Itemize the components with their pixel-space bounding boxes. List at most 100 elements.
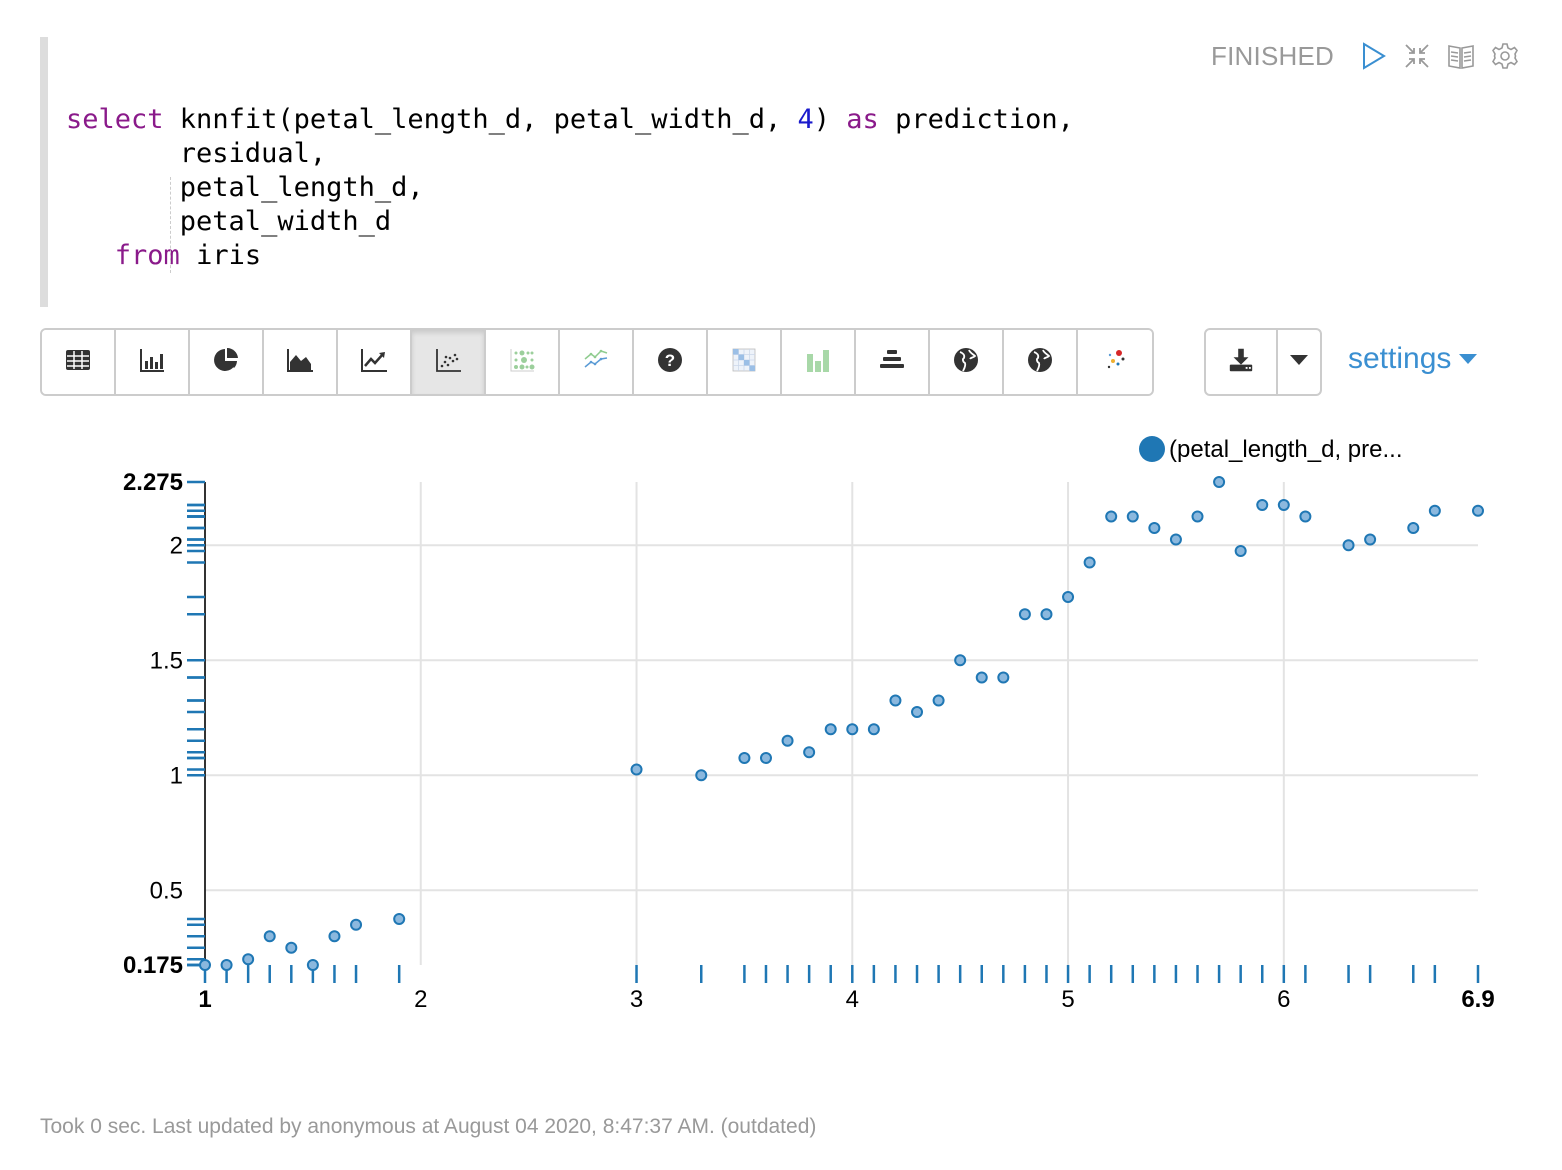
data-point bbox=[781, 734, 794, 747]
pie-chart-icon bbox=[211, 345, 241, 380]
data-point bbox=[1191, 510, 1204, 523]
data-point bbox=[932, 694, 945, 707]
data-point bbox=[975, 671, 988, 684]
data-point bbox=[1213, 476, 1226, 488]
data-point bbox=[738, 752, 751, 764]
code-line: from iris bbox=[66, 239, 1074, 273]
globe-map-2-icon bbox=[1025, 345, 1055, 380]
data-point bbox=[997, 671, 1010, 684]
download-button[interactable] bbox=[1206, 330, 1278, 394]
data-point bbox=[1342, 539, 1355, 552]
x-tick-label: 1 bbox=[198, 986, 211, 1013]
viz-button-table[interactable] bbox=[42, 330, 116, 394]
download-dropdown-toggle[interactable] bbox=[1278, 330, 1320, 394]
network-graph-icon bbox=[1100, 345, 1130, 380]
caret-down-icon bbox=[1289, 353, 1309, 371]
data-point bbox=[393, 913, 406, 925]
bar-chart-icon bbox=[137, 345, 167, 380]
svg-text:?: ? bbox=[665, 351, 675, 370]
data-point bbox=[1364, 533, 1377, 546]
y-tick-label: 2.275 bbox=[123, 469, 183, 496]
data-point bbox=[1277, 499, 1290, 511]
viz-button-network-graph[interactable] bbox=[1078, 330, 1152, 394]
viz-button-bubble-chart[interactable] bbox=[486, 330, 560, 394]
y-tick-label: 1 bbox=[170, 762, 183, 789]
code-token: iris bbox=[179, 240, 262, 271]
code-token: prediction, bbox=[878, 104, 1074, 135]
y-tick-label: 0.175 bbox=[123, 952, 183, 979]
code-line: petal_width_d bbox=[66, 205, 1074, 239]
viz-button-funnel-chart[interactable] bbox=[856, 330, 930, 394]
settings-dropdown[interactable]: settings bbox=[1348, 342, 1478, 376]
help-icon: ? bbox=[655, 345, 685, 380]
data-point bbox=[1256, 499, 1269, 511]
data-point bbox=[1126, 510, 1139, 523]
data-point bbox=[1169, 533, 1182, 546]
y-tick-label: 1.5 bbox=[150, 647, 183, 674]
bubble-chart-icon bbox=[507, 345, 537, 380]
x-tick-label: 5 bbox=[1061, 986, 1074, 1013]
viz-button-multi-line-chart[interactable] bbox=[560, 330, 634, 394]
y-tick-label: 0.5 bbox=[150, 877, 183, 904]
data-point bbox=[1472, 504, 1484, 517]
scatter-chart-icon bbox=[433, 345, 463, 380]
data-point bbox=[759, 752, 772, 764]
code-token: ) bbox=[813, 104, 847, 135]
data-point bbox=[1062, 591, 1075, 603]
data-point bbox=[199, 959, 211, 971]
viz-button-globe-map-2[interactable] bbox=[1004, 330, 1078, 394]
heatmap-icon bbox=[729, 345, 759, 380]
code-token: petal_width_d bbox=[66, 206, 392, 237]
data-point bbox=[328, 930, 341, 943]
viz-button-heatmap[interactable] bbox=[708, 330, 782, 394]
settings-label: settings bbox=[1348, 342, 1452, 375]
x-tick-label: 2 bbox=[414, 986, 427, 1013]
x-tick-label: 6 bbox=[1277, 986, 1290, 1013]
viz-button-bar-chart[interactable] bbox=[116, 330, 190, 394]
indent-guide bbox=[170, 177, 171, 273]
data-point bbox=[1040, 608, 1053, 621]
data-point bbox=[1018, 608, 1031, 621]
data-point bbox=[1105, 510, 1118, 523]
viz-button-globe-map[interactable] bbox=[930, 330, 1004, 394]
data-point bbox=[803, 746, 816, 759]
viz-button-pie-chart[interactable] bbox=[190, 330, 264, 394]
code-keyword: as bbox=[846, 104, 879, 135]
code-token: petal_length_d, bbox=[66, 172, 424, 203]
notebook-paragraph: FINISHED select knnfit(petal_length_d, p… bbox=[0, 0, 1562, 1170]
data-point bbox=[285, 941, 298, 954]
data-point bbox=[911, 706, 924, 718]
data-point bbox=[824, 723, 837, 736]
code-text[interactable]: select knnfit(petal_length_d, petal_widt… bbox=[66, 103, 1074, 273]
data-point bbox=[630, 763, 643, 776]
line-chart-icon bbox=[359, 345, 389, 380]
code-keyword: select bbox=[66, 104, 164, 135]
column-chart-icon bbox=[803, 345, 833, 380]
code-editor[interactable]: select knnfit(petal_length_d, petal_widt… bbox=[40, 37, 1528, 307]
data-point bbox=[306, 959, 319, 971]
x-tick-label: 3 bbox=[630, 986, 643, 1013]
data-point bbox=[1428, 504, 1441, 517]
visualization-toolbar: ? bbox=[40, 328, 1154, 396]
data-point bbox=[846, 723, 859, 736]
code-line: petal_length_d, bbox=[66, 171, 1074, 205]
data-point bbox=[1234, 545, 1247, 557]
data-point bbox=[954, 654, 967, 667]
viz-button-help[interactable]: ? bbox=[634, 330, 708, 394]
y-tick-label: 2 bbox=[170, 532, 183, 559]
viz-button-column-chart[interactable] bbox=[782, 330, 856, 394]
download-icon bbox=[1227, 346, 1255, 379]
data-point bbox=[1299, 510, 1312, 523]
viz-button-area-chart[interactable] bbox=[264, 330, 338, 394]
code-line: select knnfit(petal_length_d, petal_widt… bbox=[66, 103, 1074, 137]
download-button-group bbox=[1204, 328, 1322, 396]
multi-line-chart-icon bbox=[581, 345, 611, 380]
viz-button-line-chart[interactable] bbox=[338, 330, 412, 394]
data-point bbox=[867, 723, 880, 736]
funnel-chart-icon bbox=[877, 345, 907, 380]
caret-down-icon bbox=[1459, 354, 1478, 364]
data-point bbox=[263, 930, 276, 943]
data-point bbox=[220, 959, 233, 971]
viz-button-scatter-chart[interactable] bbox=[412, 330, 486, 394]
data-point bbox=[695, 769, 708, 782]
